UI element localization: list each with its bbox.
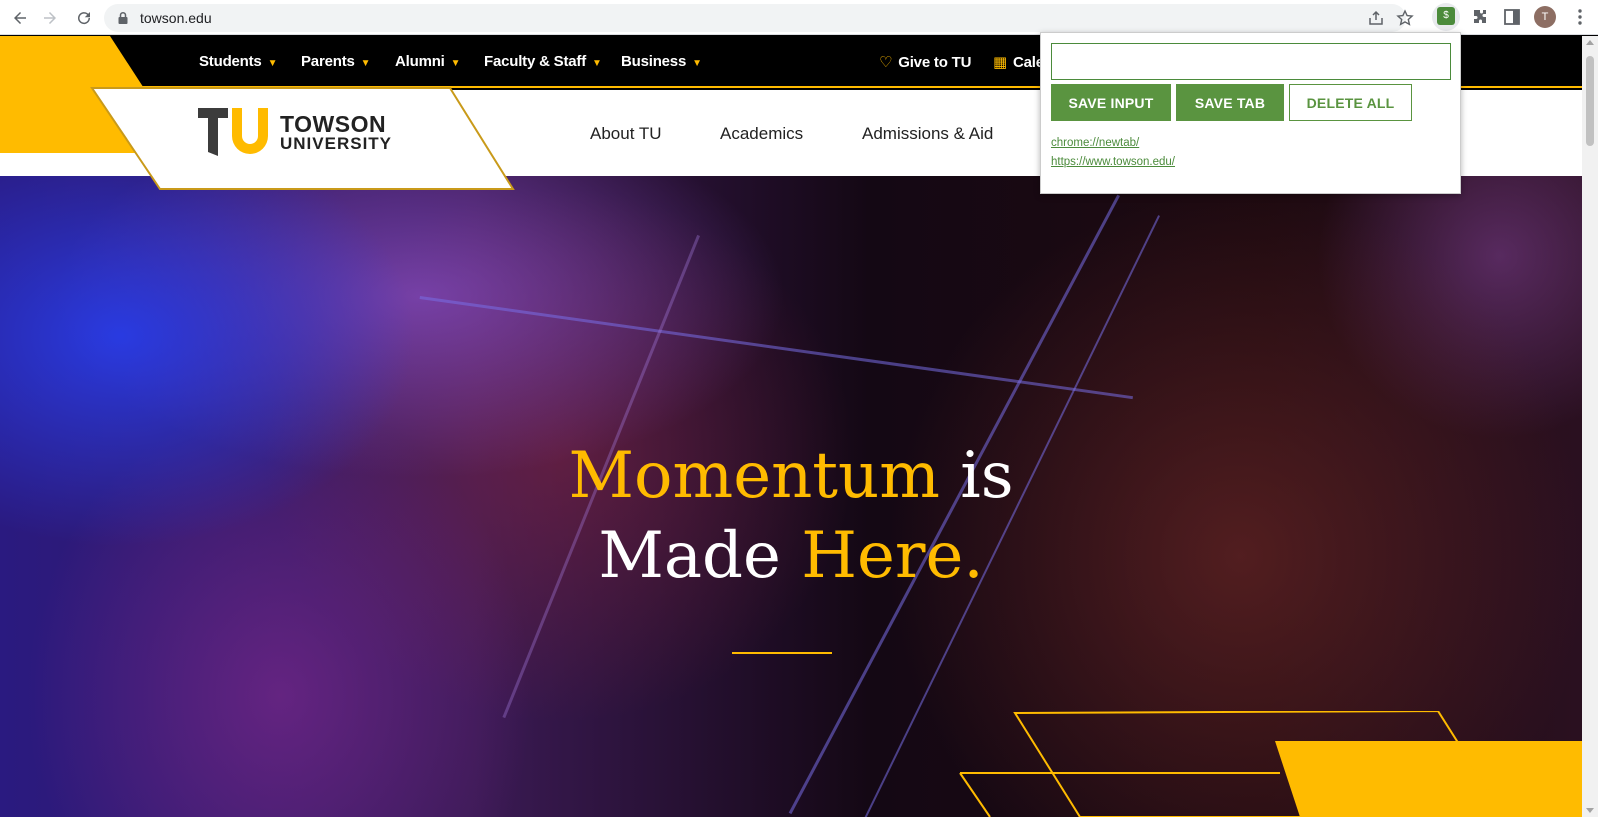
extension-popup: SAVE INPUT SAVE TAB DELETE ALL chrome://… (1040, 32, 1461, 194)
util-nav-label: Alumni (395, 53, 445, 70)
util-nav-label: Parents (301, 53, 355, 70)
lock-icon (118, 11, 128, 24)
side-panel-icon[interactable] (1502, 7, 1522, 27)
forward-icon[interactable] (38, 6, 62, 30)
address-bar[interactable]: towson.edu (104, 4, 1414, 32)
hero-word-here: Here. (801, 519, 984, 593)
hero-word-made: Made (598, 519, 802, 593)
main-nav-about[interactable]: About TU (590, 124, 662, 144)
main-nav-admissions[interactable]: Admissions & Aid (862, 124, 993, 144)
delete-all-button[interactable]: DELETE ALL (1289, 84, 1412, 121)
give-label: Give to TU (898, 54, 972, 71)
bookmark-star-icon[interactable] (1396, 9, 1414, 27)
save-input-button[interactable]: SAVE INPUT (1051, 84, 1171, 121)
extensions-puzzle-icon[interactable] (1470, 7, 1490, 27)
chevron-down-icon: ▼ (450, 58, 461, 69)
scroll-down-arrow[interactable] (1586, 808, 1594, 813)
scroll-up-arrow[interactable] (1586, 40, 1594, 45)
profile-avatar[interactable]: T (1534, 6, 1556, 28)
chevron-down-icon: ▼ (592, 58, 602, 69)
save-tab-button[interactable]: SAVE TAB (1176, 84, 1284, 121)
page-scrollbar[interactable] (1582, 36, 1598, 817)
hero-headline: Momentum is Made Here. (0, 436, 1582, 596)
util-nav-parents[interactable]: Parents ▼ (301, 53, 371, 70)
calendar-link[interactable]: ▦ Cale (993, 53, 1044, 71)
main-nav-academics[interactable]: Academics (720, 124, 803, 144)
util-nav-faculty-staff[interactable]: Faculty & Staff ▼ (484, 53, 602, 70)
heart-icon: ♡ (879, 54, 893, 71)
saved-link[interactable]: chrome://newtab/ (1051, 137, 1139, 149)
util-nav-label: Faculty & Staff (484, 53, 587, 70)
calendar-icon: ▦ (993, 54, 1007, 71)
tu-logo-mark[interactable] (198, 108, 270, 156)
util-nav-business[interactable]: Business ▼ (621, 53, 702, 70)
hero-gold-decoration (959, 711, 1582, 817)
browser-toolbar: towson.edu $ T (0, 0, 1598, 35)
scroll-thumb[interactable] (1586, 56, 1594, 146)
give-to-tu-link[interactable]: ♡ Give to TU (879, 53, 971, 71)
hero-bow-shape (419, 296, 1133, 400)
share-icon[interactable] (1367, 9, 1385, 27)
util-nav-students[interactable]: Students ▼ (199, 53, 277, 70)
more-menu-icon[interactable] (1570, 7, 1590, 27)
url-text: towson.edu (140, 10, 212, 26)
hero-word-is: is (939, 439, 1014, 513)
util-nav-alumni[interactable]: Alumni ▼ (395, 53, 461, 70)
util-nav-label: Business (621, 53, 687, 70)
back-icon[interactable] (8, 6, 32, 30)
chevron-down-icon: ▼ (267, 58, 278, 69)
saved-link[interactable]: https://www.towson.edu/ (1051, 156, 1175, 168)
chevron-down-icon: ▼ (692, 58, 702, 69)
reload-icon[interactable] (72, 6, 96, 30)
logo-wordmark-university: UNIVERSITY (280, 134, 393, 153)
util-nav-label: Students (199, 53, 262, 70)
chevron-down-icon: ▼ (360, 58, 371, 69)
money-extension-icon[interactable]: $ (1437, 7, 1455, 25)
hero-underline (732, 652, 832, 654)
hero-banner: Momentum is Made Here. (0, 176, 1582, 817)
lead-input-field[interactable] (1051, 43, 1451, 80)
hero-word-momentum: Momentum (568, 439, 940, 513)
